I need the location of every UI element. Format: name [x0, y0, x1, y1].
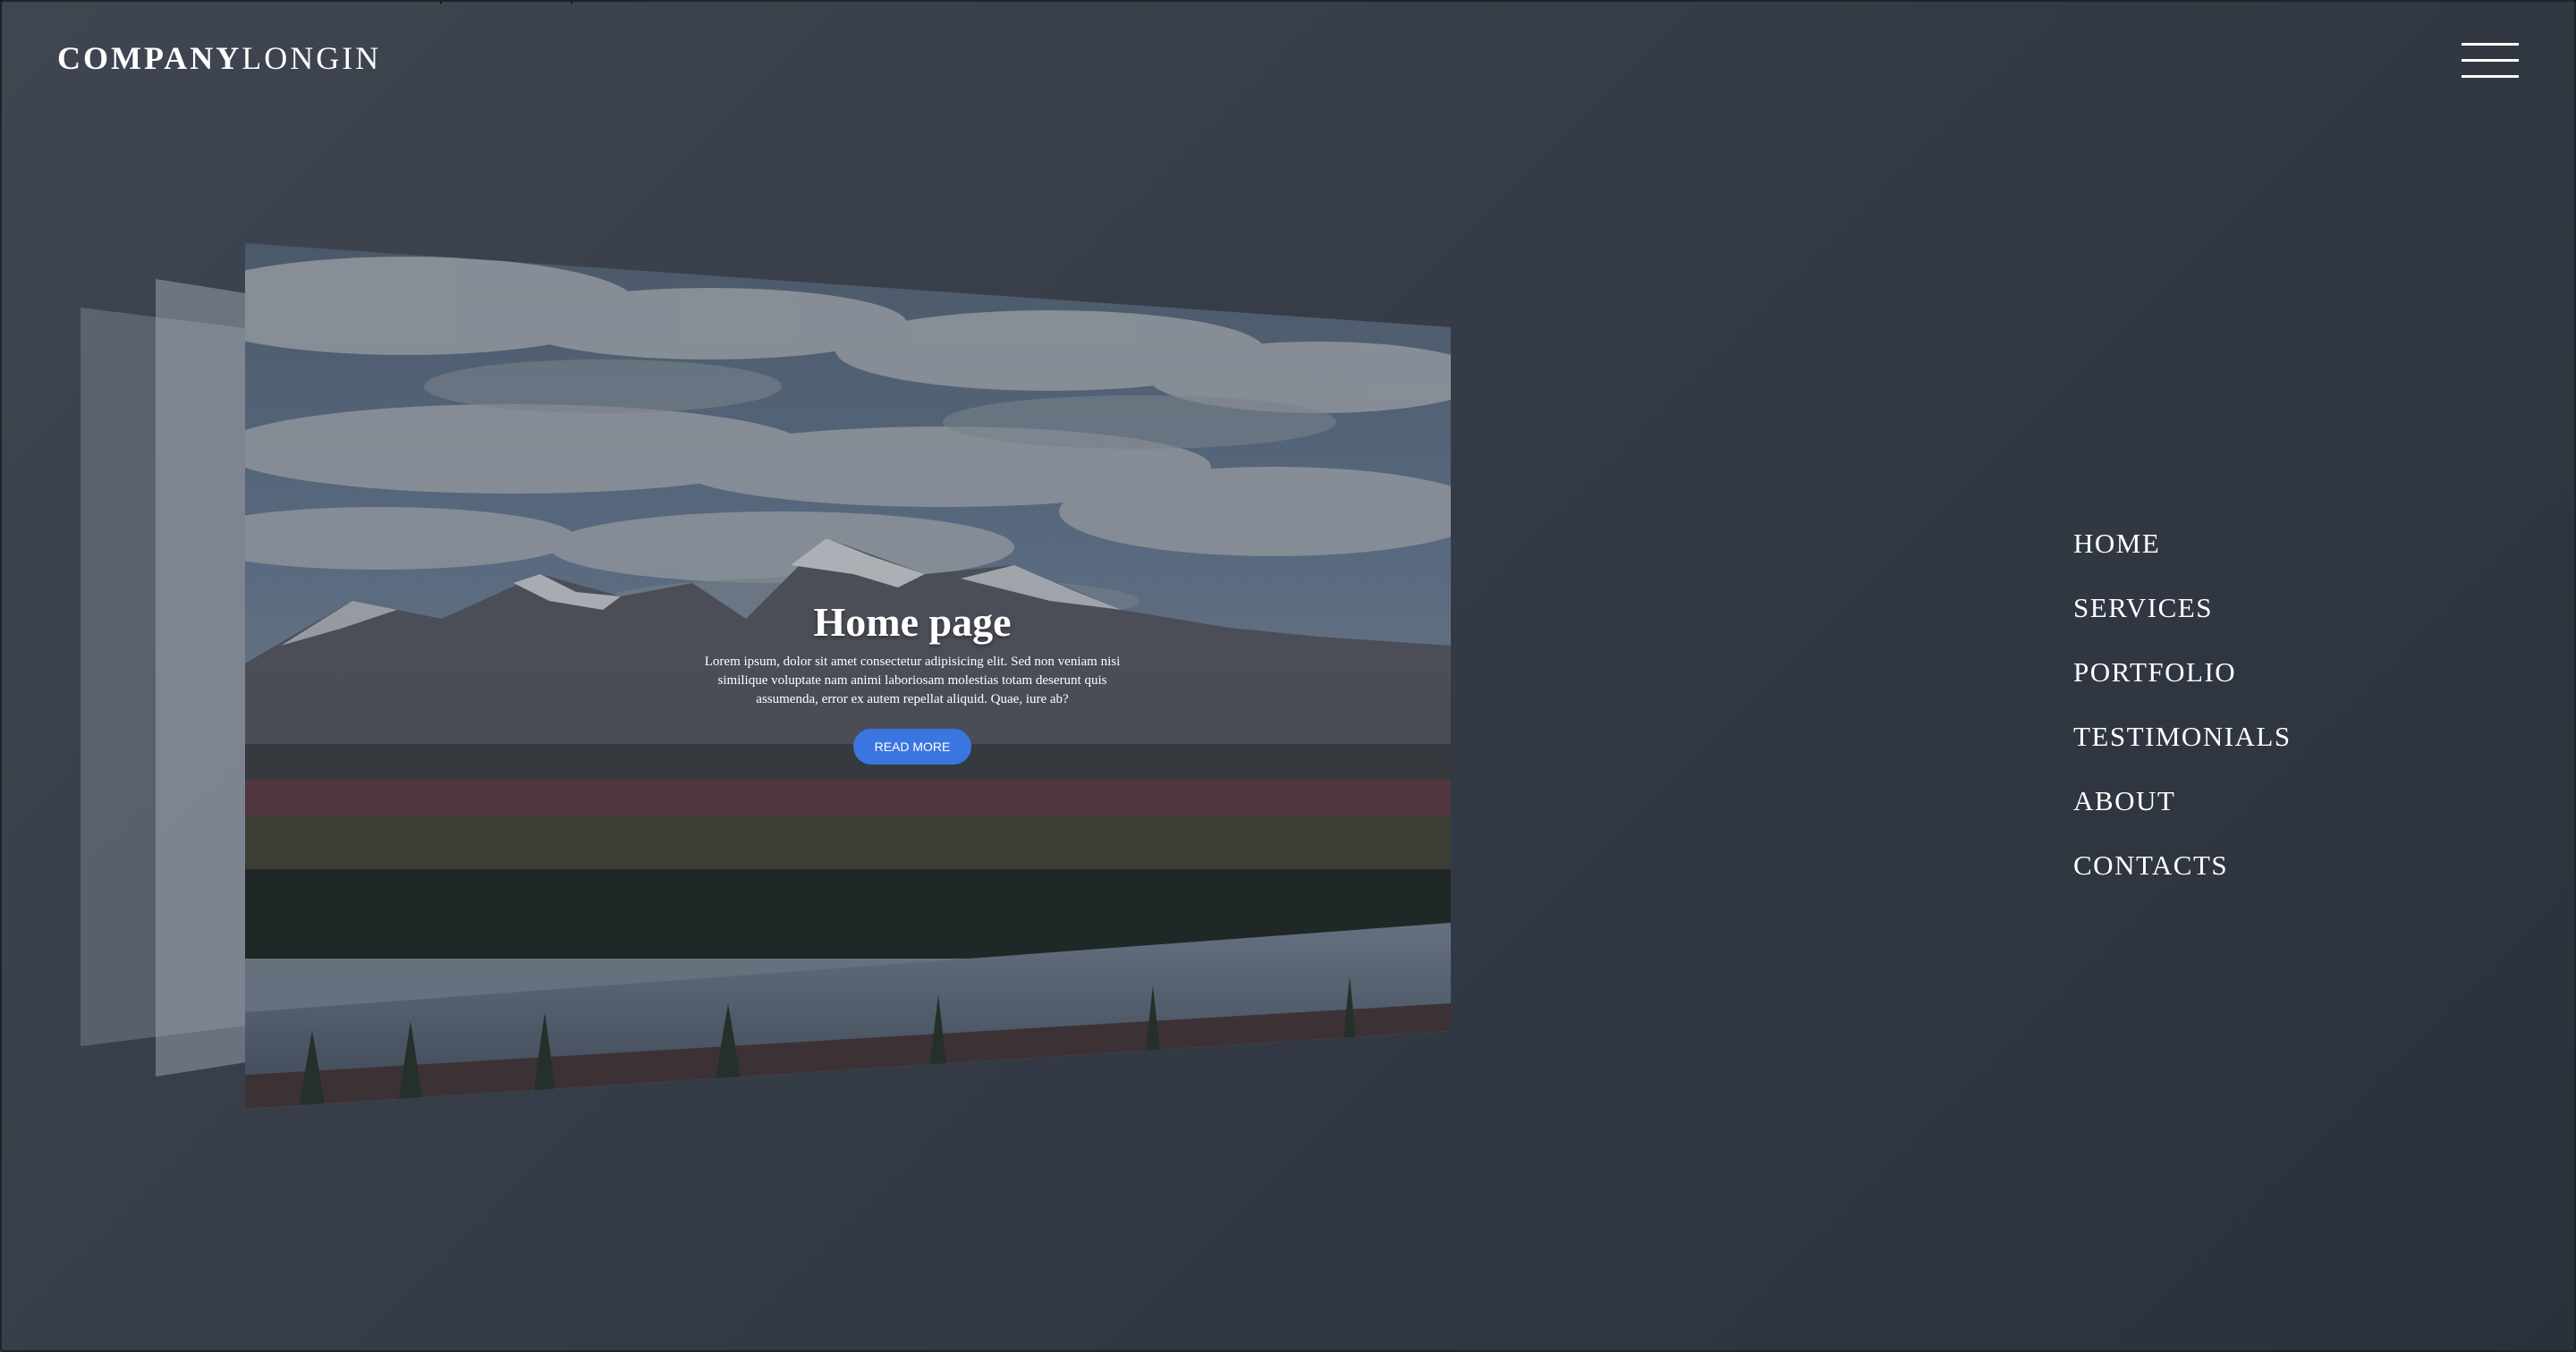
slide-stack: [0, 0, 1521, 1162]
hero-description: Lorem ipsum, dolor sit amet consectetur …: [704, 655, 1121, 706]
hamburger-line: [2462, 75, 2519, 78]
main-navigation: HOME SERVICES PORTFOLIO TESTIMONIALS ABO…: [2073, 511, 2292, 898]
read-more-button[interactable]: READ MORE: [852, 729, 972, 765]
hamburger-line: [2462, 43, 2519, 46]
nav-item-contacts[interactable]: CONTACTS: [2073, 833, 2292, 898]
nav-item-testimonials[interactable]: TESTIMONIALS: [2073, 705, 2292, 769]
nav-item-portfolio[interactable]: PORTFOLIO: [2073, 640, 2292, 705]
hamburger-line: [2462, 59, 2519, 62]
nav-item-home[interactable]: HOME: [2073, 511, 2292, 576]
hamburger-menu-icon[interactable]: [2462, 41, 2519, 80]
nav-item-services[interactable]: SERVICES: [2073, 576, 2292, 640]
hero-content: Home page Lorem ipsum, dolor sit amet co…: [680, 597, 1145, 765]
hero-title: Home page: [813, 599, 1012, 645]
nav-item-about[interactable]: ABOUT: [2073, 769, 2292, 833]
